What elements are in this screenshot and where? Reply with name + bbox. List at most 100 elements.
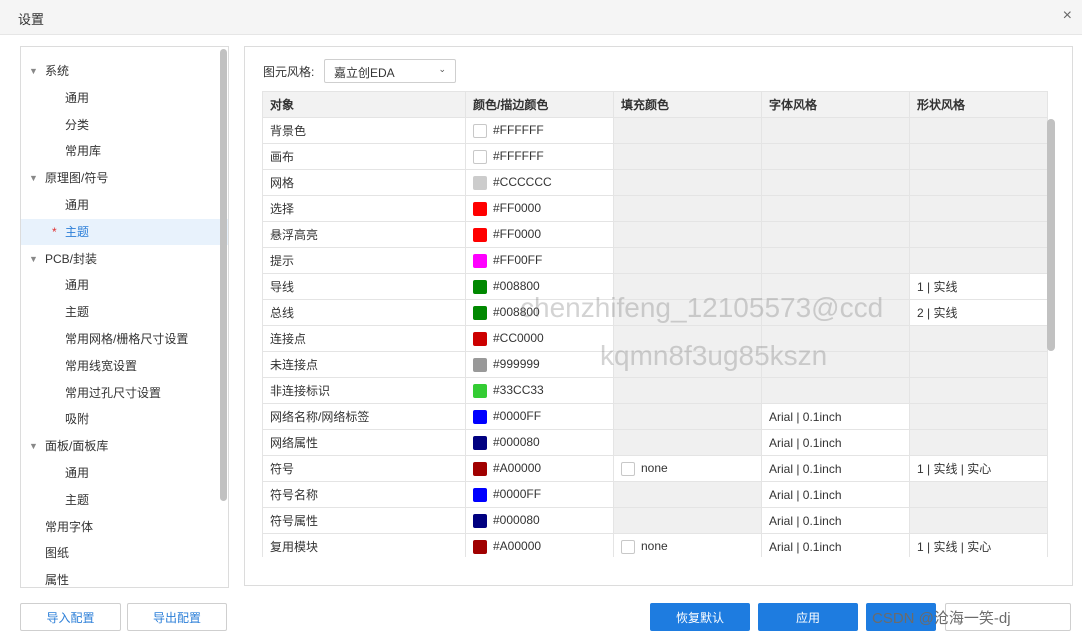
shape-cell[interactable]: 2 | 实线 (909, 299, 1048, 326)
element-style-select[interactable]: 嘉立创EDA ⌄ (324, 59, 456, 83)
tree-item[interactable]: 主题 (21, 299, 228, 325)
color-swatch[interactable] (473, 513, 487, 528)
tree-item[interactable]: 常用过孔尺寸设置 (21, 380, 228, 406)
table-row[interactable]: 总线 #008800 2 | 实线 (262, 299, 1048, 326)
color-cell[interactable]: #000080 (465, 507, 614, 534)
tree-item[interactable]: 通用 (21, 460, 228, 486)
table-row[interactable]: 悬浮高亮 #FF0000 (262, 221, 1048, 248)
table-row[interactable]: 选择 #FF0000 (262, 195, 1048, 222)
tree-scrollbar[interactable] (220, 49, 227, 501)
shape-cell[interactable]: 1 | 实线 | 实心 (909, 455, 1048, 482)
object-cell: 网络属性 (262, 429, 466, 456)
color-swatch[interactable] (473, 201, 487, 216)
fill-cell[interactable]: none (613, 455, 762, 482)
tree-item[interactable]: 吸附 (21, 406, 228, 432)
expand-arrow-icon[interactable]: ▼ (29, 58, 38, 84)
table-row[interactable]: 符号 #A00000 none Arial | 0.1inch 1 | 实线 | 实心 (262, 455, 1048, 482)
close-icon[interactable]: × (1063, 7, 1072, 25)
column-header: 对象 (262, 91, 466, 118)
color-cell[interactable]: #33CC33 (465, 377, 614, 404)
font-cell[interactable]: Arial | 0.1inch (761, 429, 910, 456)
color-swatch[interactable] (473, 539, 487, 554)
tree-item[interactable]: ▼ 面板/面板库 (21, 433, 228, 459)
color-swatch[interactable] (473, 435, 487, 450)
table-row[interactable]: 未连接点 #999999 (262, 351, 1048, 378)
table-row[interactable]: 网格 #CCCCCC (262, 169, 1048, 196)
tree-item[interactable]: 通用 (21, 85, 228, 111)
color-cell[interactable]: #A00000 (465, 533, 614, 557)
color-cell[interactable]: #CCCCCC (465, 169, 614, 196)
tree-item[interactable]: 常用字体 (21, 514, 228, 540)
font-cell[interactable]: Arial | 0.1inch (761, 481, 910, 508)
tree-item[interactable]: ▼ 系统 (21, 58, 228, 84)
tree-item[interactable]: 图纸 (21, 540, 228, 566)
color-swatch[interactable] (473, 175, 487, 190)
table-row[interactable]: 符号属性 #000080 Arial | 0.1inch (262, 507, 1048, 534)
expand-arrow-icon[interactable]: ▼ (29, 165, 38, 191)
table-scrollbar[interactable] (1047, 119, 1055, 351)
color-swatch[interactable] (473, 123, 487, 138)
export-config-button[interactable]: 导出配置 (127, 603, 227, 631)
fill-swatch[interactable] (621, 461, 635, 476)
tree-item[interactable]: ▼ PCB/封装 (21, 246, 228, 272)
tree-item[interactable]: * 主题 (21, 218, 228, 245)
color-swatch[interactable] (473, 253, 487, 268)
color-swatch[interactable] (473, 461, 487, 476)
tree-item[interactable]: 分类 (21, 112, 228, 138)
shape-cell[interactable]: 1 | 实线 (909, 273, 1048, 300)
tree-item[interactable]: 通用 (21, 272, 228, 298)
color-cell[interactable]: #FF00FF (465, 247, 614, 274)
expand-arrow-icon[interactable]: ▼ (29, 433, 38, 459)
font-cell[interactable]: Arial | 0.1inch (761, 533, 910, 557)
tree-item[interactable]: 常用线宽设置 (21, 353, 228, 379)
color-cell[interactable]: #A00000 (465, 455, 614, 482)
apply-button[interactable]: 应用 (758, 603, 858, 631)
color-cell[interactable]: #000080 (465, 429, 614, 456)
table-row[interactable]: 网络名称/网络标签 #0000FF Arial | 0.1inch (262, 403, 1048, 430)
expand-arrow-icon[interactable]: ▼ (29, 246, 38, 272)
color-cell[interactable]: #008800 (465, 273, 614, 300)
table-row[interactable]: 连接点 #CC0000 (262, 325, 1048, 352)
table-row[interactable]: 画布 #FFFFFF (262, 143, 1048, 170)
color-swatch[interactable] (473, 305, 487, 320)
import-config-button[interactable]: 导入配置 (20, 603, 121, 631)
table-row[interactable]: 提示 #FF00FF (262, 247, 1048, 274)
color-cell[interactable]: #FFFFFF (465, 143, 614, 170)
tree-item[interactable]: 常用库 (21, 138, 228, 164)
font-cell[interactable]: Arial | 0.1inch (761, 455, 910, 482)
fill-swatch[interactable] (621, 539, 635, 554)
table-row[interactable]: 导线 #008800 1 | 实线 (262, 273, 1048, 300)
color-swatch[interactable] (473, 487, 487, 502)
color-swatch[interactable] (473, 331, 487, 346)
restore-default-button[interactable]: 恢复默认 (650, 603, 750, 631)
table-row[interactable]: 网络属性 #000080 Arial | 0.1inch (262, 429, 1048, 456)
tree-item[interactable]: 主题 (21, 487, 228, 513)
tree-item[interactable]: 通用 (21, 192, 228, 218)
color-swatch[interactable] (473, 149, 487, 164)
color-cell[interactable]: #0000FF (465, 403, 614, 430)
color-swatch[interactable] (473, 227, 487, 242)
font-cell[interactable]: Arial | 0.1inch (761, 507, 910, 534)
tree-item[interactable]: ▼ 原理图/符号 (21, 165, 228, 191)
shape-cell[interactable]: 1 | 实线 | 实心 (909, 533, 1048, 557)
table-row[interactable]: 非连接标识 #33CC33 (262, 377, 1048, 404)
color-swatch[interactable] (473, 409, 487, 424)
font-cell[interactable]: Arial | 0.1inch (761, 403, 910, 430)
color-swatch[interactable] (473, 383, 487, 398)
color-cell[interactable]: #008800 (465, 299, 614, 326)
table-row[interactable]: 背景色 #FFFFFF (262, 117, 1048, 144)
color-value: #FF0000 (493, 227, 542, 242)
color-swatch[interactable] (473, 279, 487, 294)
tree-item[interactable]: 常用网格/栅格尺寸设置 (21, 326, 228, 352)
table-row[interactable]: 符号名称 #0000FF Arial | 0.1inch (262, 481, 1048, 508)
fill-cell[interactable]: none (613, 533, 762, 557)
color-cell[interactable]: #999999 (465, 351, 614, 378)
color-cell[interactable]: #FF0000 (465, 195, 614, 222)
color-cell[interactable]: #0000FF (465, 481, 614, 508)
tree-item[interactable]: 属性 (21, 567, 228, 587)
color-cell[interactable]: #CC0000 (465, 325, 614, 352)
color-swatch[interactable] (473, 357, 487, 372)
color-cell[interactable]: #FFFFFF (465, 117, 614, 144)
color-cell[interactable]: #FF0000 (465, 221, 614, 248)
table-row[interactable]: 复用模块 #A00000 none Arial | 0.1inch 1 | 实线 | 实… (262, 533, 1048, 557)
